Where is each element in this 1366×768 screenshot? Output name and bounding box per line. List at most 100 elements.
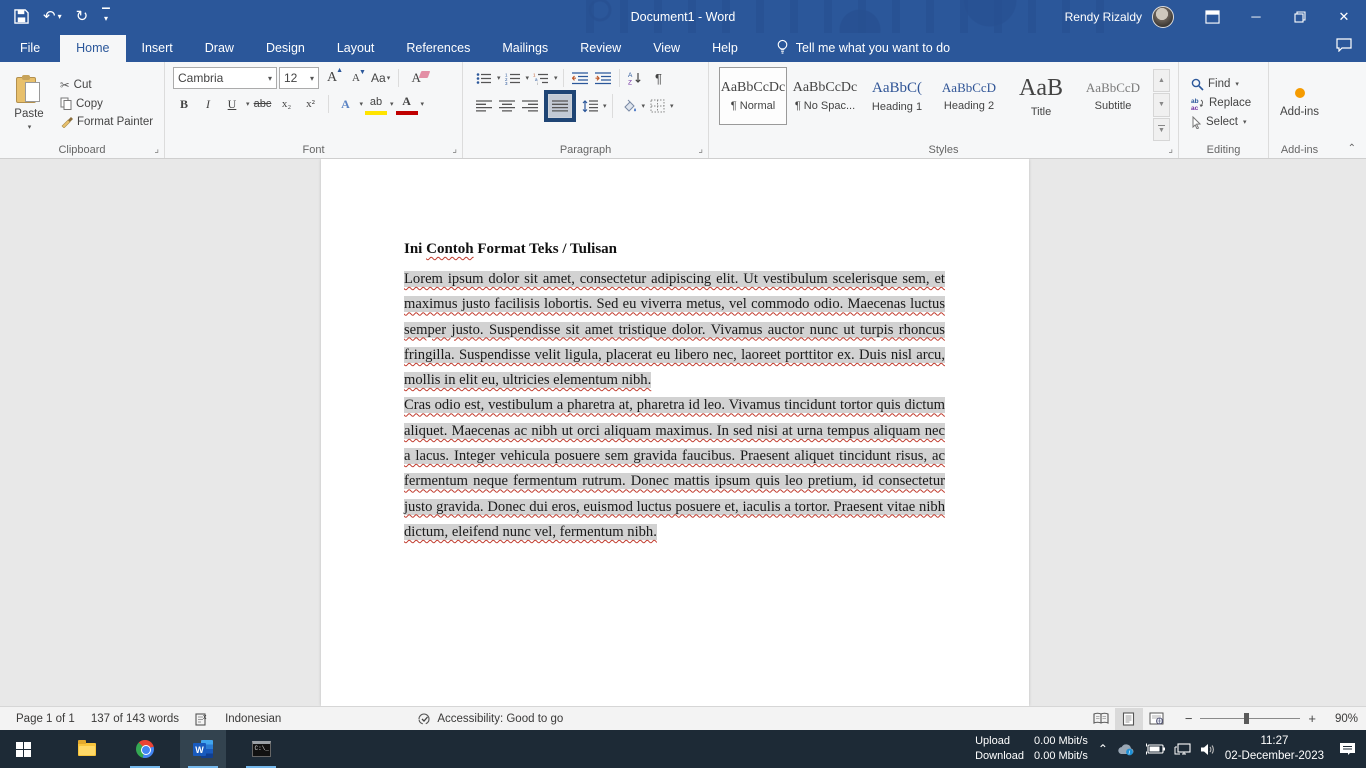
bold-button[interactable]: B — [173, 93, 195, 115]
sort-button[interactable]: AZ — [625, 67, 647, 89]
replace-button[interactable]: abac Replace — [1187, 95, 1255, 112]
start-button[interactable] — [0, 730, 46, 768]
clipboard-dialog-launcher[interactable]: ⌟ — [154, 145, 159, 155]
show-hide-pilcrow-button[interactable]: ¶ — [648, 67, 670, 89]
subscript-button[interactable]: x₂ — [276, 93, 298, 115]
document-page[interactable]: Ini Contoh Format Teks / Tulisan Lorem i… — [321, 159, 1029, 706]
action-center-icon[interactable] — [1339, 742, 1356, 756]
styles-gallery-more-button[interactable]: ▼ — [1153, 118, 1170, 141]
language-indicator[interactable]: Indonesian — [217, 713, 289, 725]
bullets-dropdown-icon[interactable]: ▾ — [497, 74, 501, 82]
close-button[interactable]: ✕ — [1322, 0, 1366, 33]
borders-button[interactable] — [646, 95, 668, 117]
format-painter-button[interactable]: Format Painter — [56, 113, 157, 130]
paragraph-dialog-launcher[interactable]: ⌟ — [698, 145, 703, 155]
text-highlight-dropdown-icon[interactable]: ▾ — [390, 100, 394, 108]
shrink-font-button[interactable]: A▼ — [345, 67, 367, 89]
document-paragraph-2[interactable]: Cras odio est, vestibulum a pharetra at,… — [404, 393, 945, 545]
word-taskbar-button[interactable]: W — [180, 730, 226, 768]
zoom-slider[interactable] — [1200, 718, 1300, 719]
change-case-button[interactable]: Aa▾ — [369, 67, 392, 89]
clock-widget[interactable]: 11:2702-December-2023 — [1225, 734, 1324, 764]
tell-me-box[interactable]: Tell me what you want to do — [776, 39, 950, 62]
user-name[interactable]: Rendy Rizaldy — [1065, 10, 1142, 24]
decrease-indent-button[interactable] — [569, 67, 591, 89]
addins-button[interactable]: Add-ins — [1271, 65, 1328, 141]
minimize-button[interactable]: ─ — [1234, 0, 1278, 33]
justify-button[interactable] — [549, 95, 571, 117]
font-color-dropdown-icon[interactable]: ▾ — [421, 100, 425, 108]
paste-button[interactable]: Paste ▾ — [2, 65, 56, 141]
style-heading-1[interactable]: AaBbC(Heading 1 — [863, 67, 931, 125]
command-prompt-button[interactable]: C:\_ — [238, 730, 284, 768]
multilevel-dropdown-icon[interactable]: ▾ — [554, 74, 558, 82]
zoom-in-button[interactable]: + — [1308, 711, 1316, 726]
superscript-button[interactable]: x² — [300, 93, 322, 115]
network-icon[interactable] — [1174, 743, 1191, 756]
strikethrough-button[interactable]: abc — [252, 93, 274, 115]
numbering-dropdown-icon[interactable]: ▾ — [526, 74, 530, 82]
borders-dropdown-icon[interactable]: ▾ — [670, 102, 674, 110]
read-mode-button[interactable] — [1087, 708, 1115, 730]
font-color-button[interactable]: A — [396, 93, 418, 115]
styles-scroll-up-button[interactable]: ▲ — [1153, 69, 1170, 92]
zoom-percentage[interactable]: 90% — [1324, 713, 1358, 725]
save-button[interactable] — [14, 9, 29, 24]
copy-button[interactable]: Copy — [56, 95, 157, 112]
line-spacing-button[interactable] — [579, 95, 601, 117]
accessibility-status[interactable]: Accessibility: Good to go — [409, 712, 571, 726]
document-canvas[interactable]: Ini Contoh Format Teks / Tulisan Lorem i… — [0, 159, 1366, 706]
find-button[interactable]: Find▾ — [1187, 76, 1255, 93]
bullets-button[interactable] — [473, 67, 495, 89]
proofing-status[interactable]: x — [187, 712, 217, 726]
redo-button[interactable]: ↻ — [76, 9, 89, 24]
tab-view[interactable]: View — [637, 35, 696, 62]
tab-design[interactable]: Design — [250, 35, 321, 62]
font-size-combobox[interactable]: 12▾ — [279, 67, 319, 89]
tab-layout[interactable]: Layout — [321, 35, 391, 62]
tab-review[interactable]: Review — [564, 35, 637, 62]
multilevel-list-button[interactable]: 1ai — [530, 67, 552, 89]
cut-button[interactable]: ✂Cut — [56, 76, 157, 94]
align-left-button[interactable] — [473, 95, 495, 117]
page-indicator[interactable]: Page 1 of 1 — [8, 713, 83, 725]
battery-icon[interactable] — [1145, 743, 1165, 755]
text-effects-dropdown-icon[interactable]: ▾ — [360, 100, 364, 108]
customize-qat-button[interactable]: ▔▾ — [102, 12, 110, 21]
tab-insert[interactable]: Insert — [126, 35, 189, 62]
clear-formatting-button[interactable]: A — [405, 67, 427, 89]
paste-dropdown-icon[interactable]: ▾ — [28, 123, 32, 131]
comments-icon[interactable] — [1336, 38, 1366, 62]
web-layout-button[interactable] — [1143, 708, 1171, 730]
tab-draw[interactable]: Draw — [189, 35, 250, 62]
style-normal[interactable]: AaBbCcDc¶ Normal — [719, 67, 787, 125]
volume-icon[interactable] — [1200, 743, 1216, 756]
print-layout-button[interactable] — [1115, 708, 1143, 730]
italic-button[interactable]: I — [197, 93, 219, 115]
tab-home[interactable]: Home — [60, 35, 125, 62]
ribbon-display-options-button[interactable] — [1190, 0, 1234, 33]
tab-mailings[interactable]: Mailings — [486, 35, 564, 62]
style-heading-2[interactable]: AaBbCcDHeading 2 — [935, 67, 1003, 125]
undo-dropdown-icon[interactable]: ▾ — [58, 13, 62, 21]
onedrive-icon[interactable]: i — [1117, 743, 1136, 756]
text-effects-button[interactable]: A — [335, 93, 357, 115]
styles-scroll-down-button[interactable]: ▼ — [1153, 93, 1170, 116]
grow-font-button[interactable]: A▲ — [321, 67, 343, 89]
word-count[interactable]: 137 of 143 words — [83, 713, 187, 725]
shading-button[interactable] — [618, 95, 640, 117]
increase-indent-button[interactable] — [592, 67, 614, 89]
document-heading[interactable]: Ini Contoh Format Teks / Tulisan — [404, 241, 945, 258]
underline-dropdown-icon[interactable]: ▾ — [246, 100, 250, 108]
style-title[interactable]: AaBTitle — [1007, 67, 1075, 125]
zoom-slider-handle[interactable] — [1244, 713, 1249, 724]
style-subtitle[interactable]: AaBbCcDSubtitle — [1079, 67, 1147, 125]
select-button[interactable]: Select▾ — [1187, 114, 1255, 131]
document-paragraph-1[interactable]: Lorem ipsum dolor sit amet, consectetur … — [404, 267, 945, 393]
text-highlight-button[interactable]: ab — [365, 93, 387, 115]
network-speed-widget[interactable]: UploadDownload 0.00 Mbit/s0.00 Mbit/s — [975, 734, 1088, 764]
file-explorer-button[interactable] — [64, 730, 110, 768]
avatar[interactable] — [1152, 6, 1174, 28]
line-spacing-dropdown-icon[interactable]: ▾ — [603, 102, 607, 110]
font-dialog-launcher[interactable]: ⌟ — [452, 145, 457, 155]
